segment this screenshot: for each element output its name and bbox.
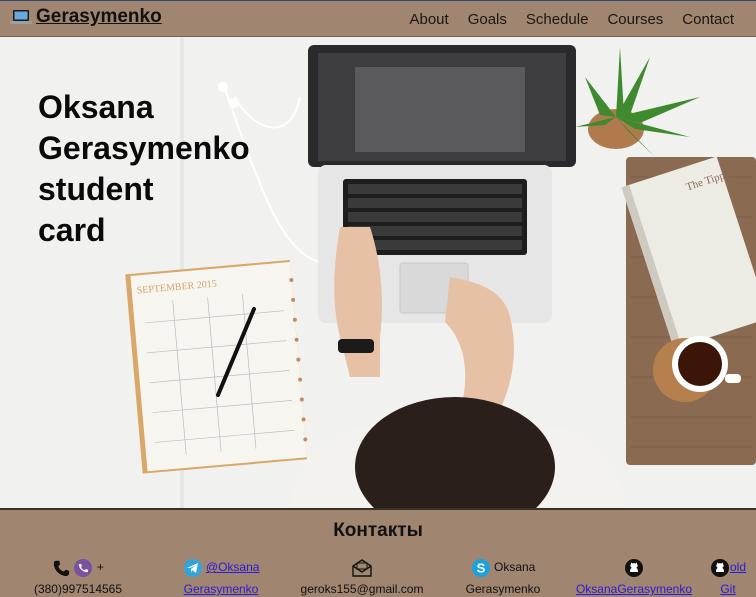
- hero-section: The Tipping Point SEPTEMBER 2015 Oksana …: [0, 37, 756, 508]
- telegram-icon: [183, 558, 202, 577]
- phone-prefix: +: [96, 560, 104, 574]
- old-git-link[interactable]: old: [730, 560, 746, 574]
- contact-telegram: @Oksana Gerasymenko: [176, 556, 266, 597]
- brand-name[interactable]: Gerasymenko: [36, 6, 162, 28]
- old-git-link-label[interactable]: Git: [720, 582, 735, 596]
- nav-goals[interactable]: Goals: [468, 11, 507, 28]
- contact-github: OksanaGerasymenko: [570, 556, 698, 597]
- contacts-title: Контакты: [333, 520, 423, 541]
- hero-title: Oksana Gerasymenko student card: [38, 87, 278, 251]
- contact-old-git: old Git: [704, 556, 752, 597]
- skype-icon: S: [471, 558, 490, 577]
- viber-icon[interactable]: [73, 558, 93, 578]
- skype-name: Oksana: [493, 560, 536, 574]
- hero-title-line: student: [38, 171, 154, 207]
- hero-title-line: Oksana: [38, 89, 154, 125]
- github-icon: [710, 558, 729, 577]
- laptop-icon: [10, 10, 32, 24]
- github-icon: [625, 558, 643, 577]
- contact-email: geroks155@gmail.com: [292, 556, 432, 597]
- nav-about[interactable]: About: [409, 11, 448, 28]
- nav-contact[interactable]: Contact: [682, 11, 734, 28]
- phone-icon: [53, 560, 70, 576]
- github-link[interactable]: OksanaGerasymenko: [576, 582, 692, 596]
- hero-title-line: Gerasymenko: [38, 130, 250, 166]
- top-navbar: Gerasymenko About Goals Schedule Courses…: [0, 0, 756, 37]
- contact-skype: S Oksana Gerasymenko: [458, 556, 548, 597]
- nav-schedule[interactable]: Schedule: [526, 11, 589, 28]
- nav-courses[interactable]: Courses: [607, 11, 663, 28]
- brand-link[interactable]: Gerasymenko: [10, 6, 162, 28]
- skype-surname: Gerasymenko: [465, 582, 541, 596]
- email-address: geroks155@gmail.com: [300, 582, 424, 596]
- hero-title-line: card: [38, 212, 106, 248]
- telegram-link-name[interactable]: Gerasymenko: [184, 582, 259, 596]
- contacts-footer: Контакты + (380)997514565 @Oksana Gerasy…: [0, 508, 756, 597]
- svg-text:S: S: [476, 560, 485, 575]
- telegram-link[interactable]: @Oksana: [206, 560, 260, 574]
- contact-phone: + (380)997514565: [28, 556, 128, 597]
- mail-icon: [352, 558, 372, 577]
- nav-links: About Goals Schedule Courses Contact: [409, 11, 734, 28]
- phone-number: (380)997514565: [33, 582, 123, 596]
